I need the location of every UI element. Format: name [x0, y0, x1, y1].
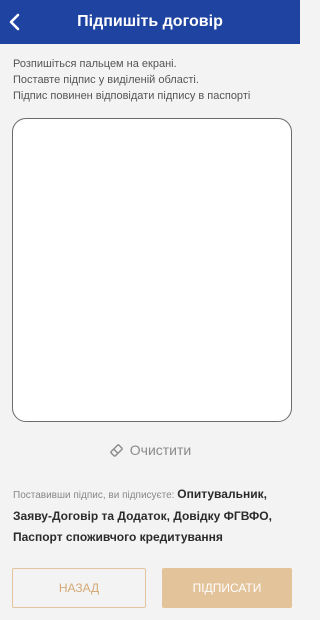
instructions: Розпишіться пальцем на екрані. Поставте … [13, 56, 293, 104]
legal-text: Поставивши підпис, ви підписуєте: Опитув… [13, 484, 293, 548]
clear-button[interactable]: Очистити [0, 440, 300, 460]
app-header: Підпишіть договір [0, 0, 300, 44]
instruction-line: Поставте підпис у виділеній області. [13, 74, 199, 86]
clear-label: Очистити [129, 442, 192, 458]
instruction-line: Розпишіться пальцем на екрані. [13, 58, 177, 70]
sign-button[interactable]: ПІДПИСАТИ [162, 568, 292, 608]
page-title: Підпишіть договір [77, 13, 223, 30]
legal-lead: Поставивши підпис, ви підписуєте: [13, 490, 178, 501]
instruction-line: Підпис повинен відповідати підпису в пас… [13, 90, 251, 102]
signature-pad[interactable] [12, 118, 292, 422]
back-footer-button[interactable]: НАЗАД [12, 568, 146, 608]
eraser-icon [110, 443, 123, 457]
